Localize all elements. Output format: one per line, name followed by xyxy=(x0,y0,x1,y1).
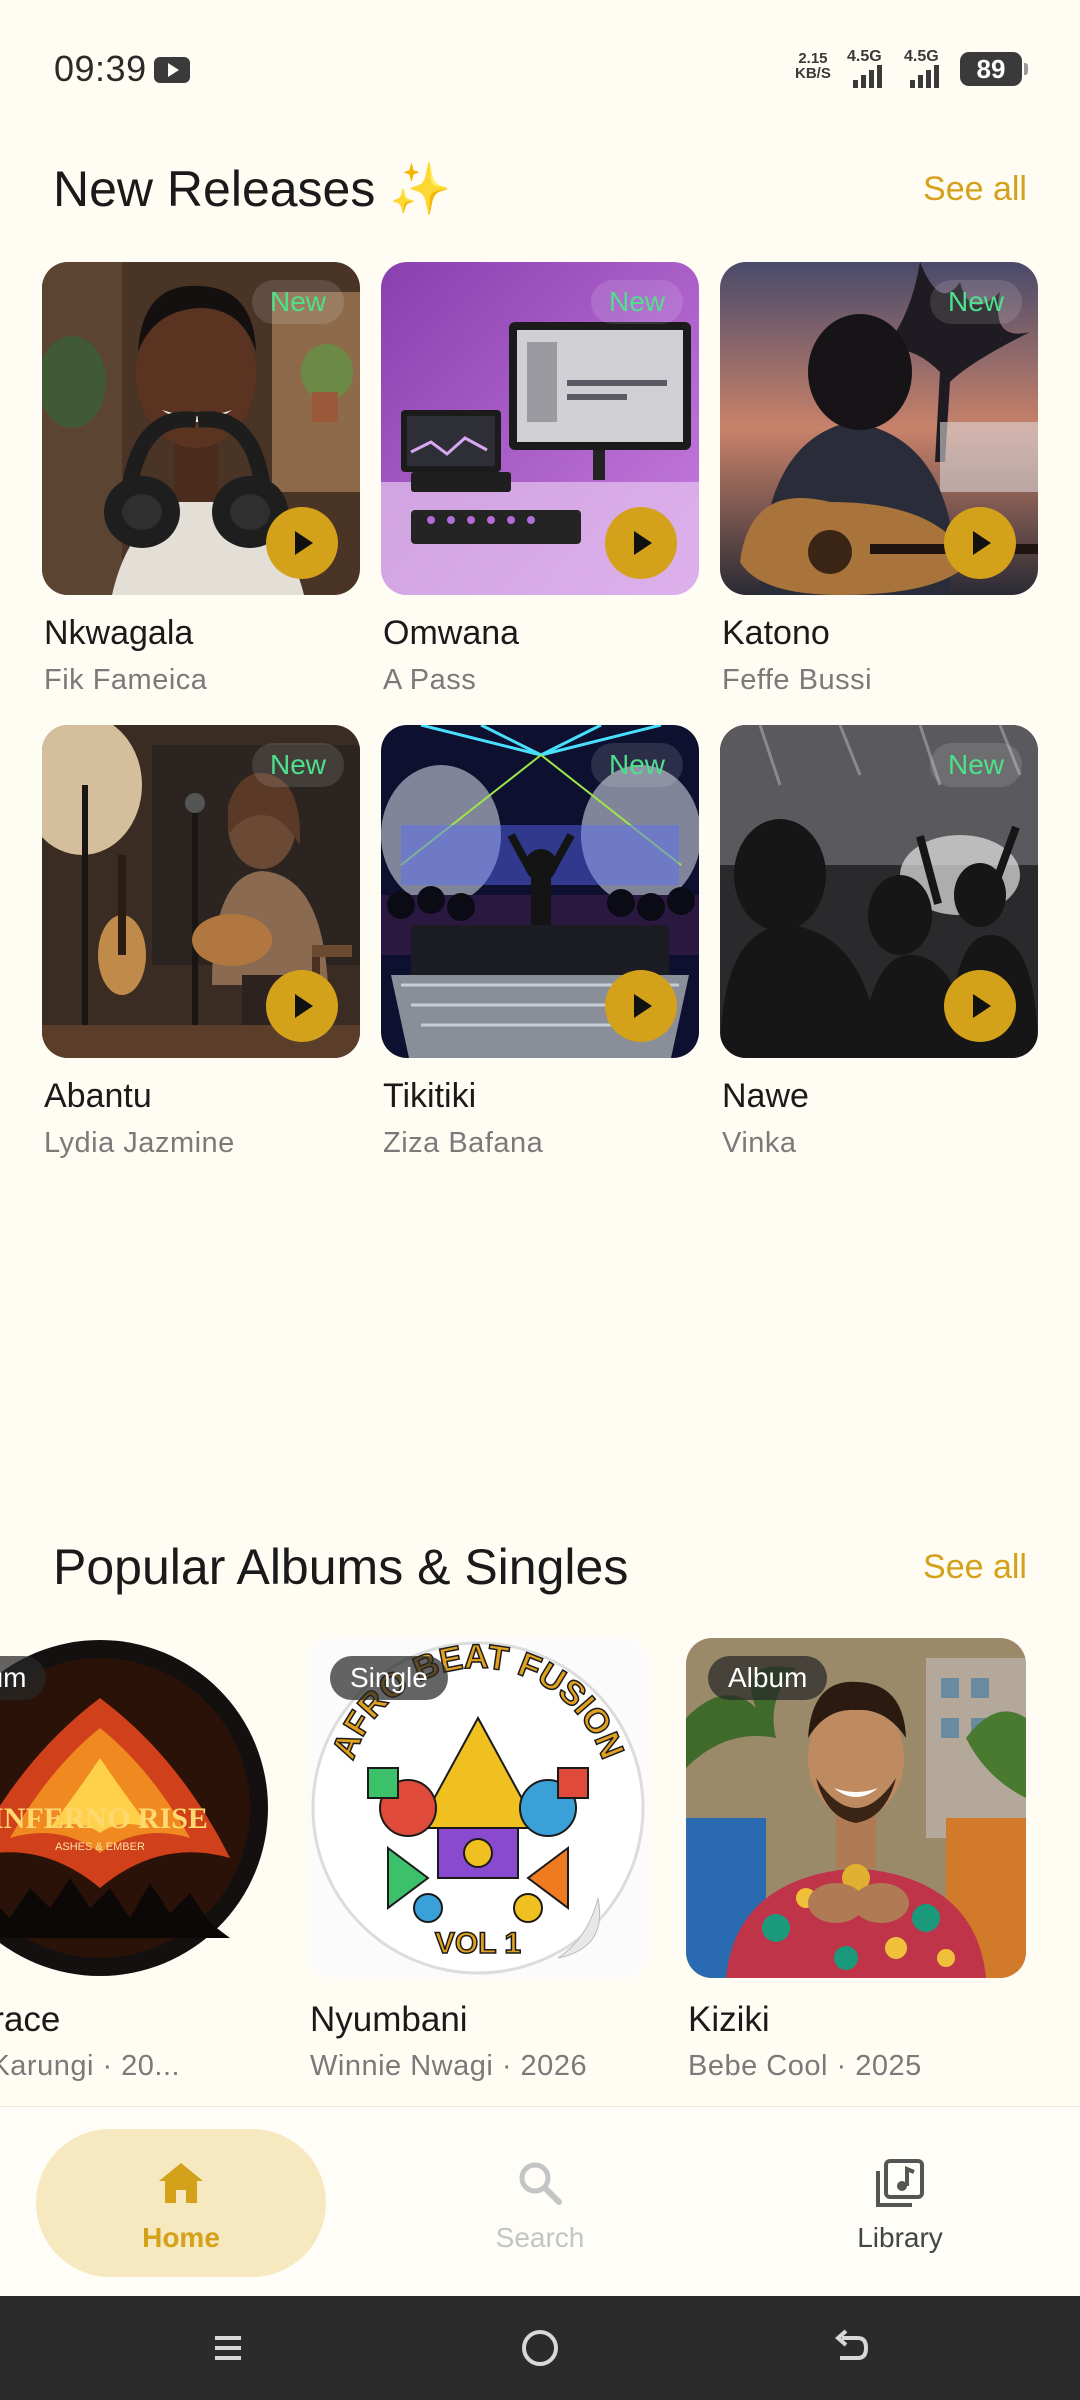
release-card-nawe[interactable]: New Nawe Vinka xyxy=(720,725,1038,1159)
album-art-volume: VOL 1 xyxy=(435,1927,521,1960)
release-title: Nkwagala xyxy=(44,614,194,652)
library-icon xyxy=(876,2159,924,2207)
new-badge: New xyxy=(251,743,344,787)
nav-home[interactable]: Home xyxy=(36,2129,326,2277)
album-cover: Album xyxy=(686,1638,1026,1978)
play-button[interactable] xyxy=(266,507,338,579)
youtube-notification-icon xyxy=(154,57,190,83)
release-cover: New xyxy=(720,262,1038,595)
home-circle-icon[interactable] xyxy=(517,2326,563,2370)
release-artist: Ziza Bafana xyxy=(383,1127,544,1159)
release-cover: New xyxy=(381,262,699,595)
status-bar: 09:39 2.15 KB/S 4.5G 4.5G 89 xyxy=(0,0,1080,140)
new-releases-title: New Releases ✨ xyxy=(53,161,452,217)
search-icon xyxy=(519,2162,562,2205)
release-card-tikitiki[interactable]: New Tikitiki Ziza Bafana xyxy=(381,725,699,1159)
nav-search-label: Search xyxy=(495,2222,585,2253)
signal-icon-2: 4.5G xyxy=(904,48,952,88)
release-card-katono[interactable]: New Katono Feffe Bussi xyxy=(720,262,1038,696)
release-card-nkwagala[interactable]: New Nkwagala Fik Fameica xyxy=(42,262,360,696)
album-title: & Grace xyxy=(0,2000,61,2039)
new-badge: New xyxy=(590,743,683,787)
nav-library-label: Library xyxy=(857,2222,943,2253)
release-title: Abantu xyxy=(44,1077,152,1115)
album-title: Kiziki xyxy=(688,2000,770,2039)
album-title: Nyumbani xyxy=(310,2000,468,2039)
menu-icon[interactable] xyxy=(205,2326,251,2370)
album-card-kiziki[interactable]: Album Kiziki Bebe Cool · 2025 xyxy=(686,1638,1026,2082)
album-subtitle: Winnie Nwagi · 2026 xyxy=(310,2050,588,2082)
release-title: Nawe xyxy=(722,1077,809,1115)
bottom-navigation: Home Search Library xyxy=(0,2106,1080,2296)
release-cover: New xyxy=(381,725,699,1058)
album-cover: AFRO BEAT FUSION VOL 1 xyxy=(308,1638,648,1978)
signal-icon: 4.5G xyxy=(847,48,895,88)
album-type-badge: bum xyxy=(0,1656,47,1700)
album-subtitle: Bebe Cool · 2025 xyxy=(688,2050,922,2082)
release-artist: A Pass xyxy=(383,664,477,696)
release-cover: New xyxy=(42,262,360,595)
release-artist: Vinka xyxy=(722,1127,797,1159)
back-icon[interactable] xyxy=(828,2326,874,2370)
home-icon xyxy=(159,2163,203,2203)
album-art-title: INFERNO RISE xyxy=(0,1802,208,1835)
play-button[interactable] xyxy=(605,507,677,579)
play-button[interactable] xyxy=(605,970,677,1042)
single-type-badge: Single xyxy=(330,1656,448,1700)
popular-see-all-link[interactable]: See all xyxy=(923,1548,1027,1587)
release-title: Tikitiki xyxy=(383,1077,477,1115)
release-artist: Fik Fameica xyxy=(44,664,208,696)
release-cover: New xyxy=(42,725,360,1058)
album-cover: INFERNO RISE ASHES & EMBER bum xyxy=(0,1638,270,1978)
release-artist: Lydia Jazmine xyxy=(44,1127,235,1159)
popular-section-title: Popular Albums & Singles xyxy=(53,1539,629,1595)
release-artist: Feffe Bussi xyxy=(722,664,873,696)
app-screen: 09:39 2.15 KB/S 4.5G 4.5G 89 New Release… xyxy=(0,0,1080,2400)
album-type-badge: Album xyxy=(708,1656,828,1700)
release-card-abantu[interactable]: New Abantu Lydia Jazmine xyxy=(42,725,360,1159)
release-cover: New xyxy=(720,725,1038,1058)
album-art-subtitle: ASHES & EMBER xyxy=(55,1841,145,1853)
release-card-omwana[interactable]: New Omwana A Pass xyxy=(381,262,699,696)
status-time: 09:39 xyxy=(54,48,147,89)
play-button[interactable] xyxy=(944,970,1016,1042)
nav-library[interactable]: Library xyxy=(755,2129,1045,2277)
system-navigation-bar xyxy=(0,2296,1080,2400)
album-subtitle: bah Karungi · 20... xyxy=(0,2050,181,2082)
new-releases-see-all-link[interactable]: See all xyxy=(923,170,1027,209)
play-button[interactable] xyxy=(944,507,1016,579)
new-badge: New xyxy=(929,280,1022,324)
nav-search[interactable]: Search xyxy=(395,2129,685,2277)
new-badge: New xyxy=(929,743,1022,787)
album-card-inferno-rise[interactable]: INFERNO RISE ASHES & EMBER bum & Grace b… xyxy=(0,1638,270,2082)
network-speed: 2.15 KB/S xyxy=(795,50,831,82)
new-badge: New xyxy=(251,280,344,324)
new-badge: New xyxy=(590,280,683,324)
play-button[interactable] xyxy=(266,970,338,1042)
nav-home-label: Home xyxy=(142,2222,220,2253)
album-card-nyumbani[interactable]: AFRO BEAT FUSION VOL 1 xyxy=(308,1638,648,2082)
battery-icon: 89 xyxy=(960,52,1028,86)
release-title: Katono xyxy=(722,614,830,652)
release-title: Omwana xyxy=(383,614,520,652)
